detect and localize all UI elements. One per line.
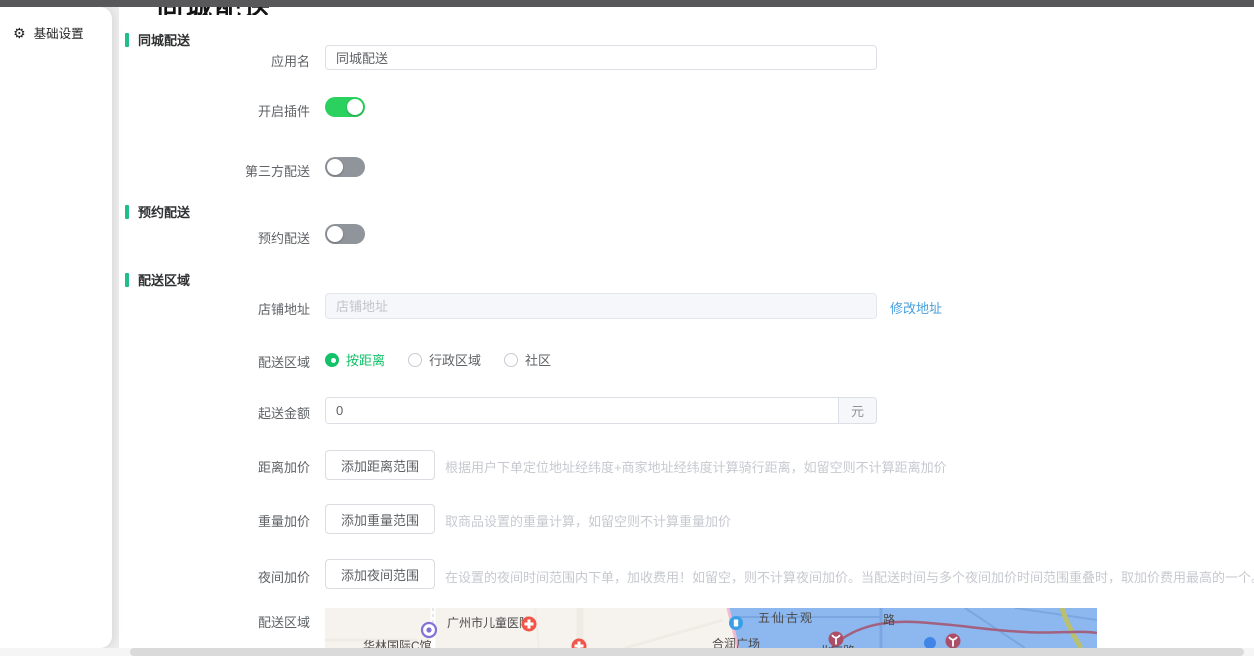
section-accent-bar xyxy=(125,204,129,219)
weight-markup-label: 重量加价 xyxy=(257,514,310,529)
radio-dot-icon xyxy=(408,352,423,367)
map-street xyxy=(534,608,540,648)
shop-address-input[interactable] xyxy=(325,293,877,319)
distance-markup-label: 距离加价 xyxy=(257,460,310,475)
section-accent-bar xyxy=(125,32,129,47)
poi-road-label: 路 xyxy=(883,612,895,627)
plaza-pin-icon xyxy=(729,616,743,630)
min-amount-group: 元 xyxy=(325,397,877,424)
area-mode-radio-group: 按距离 行政区域 社区 xyxy=(325,350,551,369)
toggle-knob xyxy=(327,159,343,175)
section-accent-bar xyxy=(125,272,129,287)
sidebar-item-label: 基础设置 xyxy=(33,27,84,41)
booking-delivery-label: 预约配送 xyxy=(257,231,310,246)
night-markup-hint: 在设置的夜间时间范围内下单，加收费用！如留空，则不计算夜间加价。当配送时间与多个… xyxy=(445,570,1254,585)
currency-unit-suffix: 元 xyxy=(838,398,876,423)
metro-station-icon xyxy=(828,631,844,647)
sidebar: ⚙ 基础设置 xyxy=(0,7,112,648)
horizontal-scrollbar-thumb[interactable] xyxy=(130,648,1244,656)
gear-icon: ⚙ xyxy=(13,24,26,41)
third-party-toggle[interactable] xyxy=(325,157,365,177)
sidebar-item-basic-settings[interactable]: ⚙ 基础设置 xyxy=(0,7,112,42)
map-area-label: 配送区域 xyxy=(257,615,310,630)
section-header-city-delivery: 同城配送 xyxy=(125,30,190,49)
app-name-label: 应用名 xyxy=(270,54,310,69)
section-header-delivery-area: 配送区域 xyxy=(125,270,190,289)
radio-by-distance[interactable]: 按距离 xyxy=(325,350,385,369)
min-amount-input[interactable] xyxy=(326,398,838,423)
shop-address-label: 店铺地址 xyxy=(257,302,310,317)
distance-markup-hint: 根据用户下单定位地址经纬度+商家地址经纬度计算骑行距离，如留空则不计算距离加价 xyxy=(445,460,947,475)
modify-address-link[interactable]: 修改地址 xyxy=(890,298,942,317)
toggle-knob xyxy=(327,226,343,242)
mall-pin-icon xyxy=(420,621,438,639)
min-amount-label: 起送金额 xyxy=(257,406,310,421)
poi-hospital-label: 广州市儿童医院 xyxy=(447,615,531,630)
radio-community[interactable]: 社区 xyxy=(504,350,551,369)
third-party-label: 第三方配送 xyxy=(244,164,310,179)
radio-admin-region[interactable]: 行政区域 xyxy=(408,350,481,369)
map-canvas: 广州市儿童医院 华林国际C馆 五仙古观 路 合润广场 北京路 xyxy=(325,608,1097,648)
night-markup-label: 夜间加价 xyxy=(257,570,310,585)
booking-delivery-toggle[interactable] xyxy=(325,224,365,244)
metro-station-icon xyxy=(945,633,961,648)
hospital-cross-icon xyxy=(521,616,537,632)
top-window-bar xyxy=(0,0,1254,7)
weight-markup-hint: 取商品设置的重量计算，如留空则不计算重量加价 xyxy=(445,514,732,529)
add-distance-range-button[interactable]: 添加距离范围 xyxy=(325,450,436,480)
add-night-range-button[interactable]: 添加夜间范围 xyxy=(325,559,436,589)
poi-wuxian-label: 五仙古观 xyxy=(758,610,814,625)
add-weight-range-button[interactable]: 添加重量范围 xyxy=(325,504,436,534)
poi-hualin-label: 华林国际C馆 xyxy=(363,638,432,648)
radio-dot-icon xyxy=(504,352,519,367)
section-header-booking-delivery: 预约配送 xyxy=(125,202,190,221)
app-name-input[interactable] xyxy=(325,45,877,70)
enable-plugin-toggle[interactable] xyxy=(325,97,365,117)
delivery-area-map[interactable]: 广州市儿童医院 华林国际C馆 五仙古观 路 合润广场 北京路 xyxy=(325,608,1097,648)
hospital-cross-icon xyxy=(571,638,587,648)
enable-plugin-label: 开启插件 xyxy=(257,104,310,119)
map-street xyxy=(624,618,724,648)
poi-herun-label: 合润广场 xyxy=(712,636,760,648)
toggle-knob xyxy=(347,99,363,115)
area-mode-label: 配送区域 xyxy=(257,355,310,370)
radio-dot-icon xyxy=(325,352,339,367)
